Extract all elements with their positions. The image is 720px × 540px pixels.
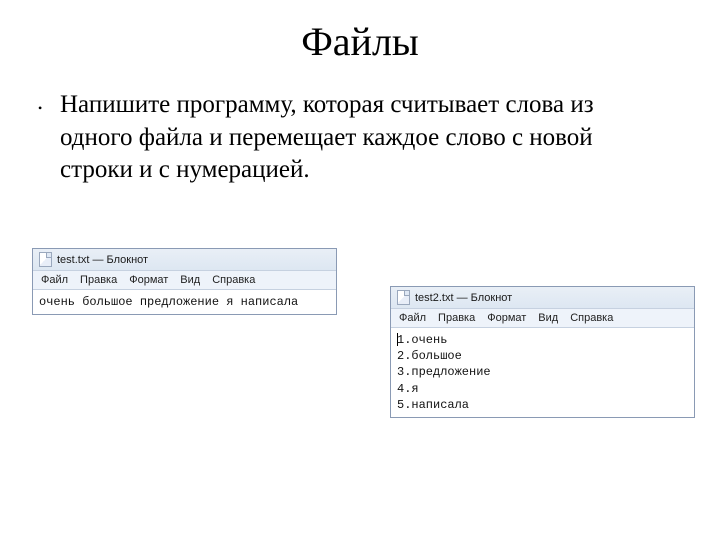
menu-help[interactable]: Справка (212, 274, 255, 286)
menu-file[interactable]: Файл (399, 312, 426, 324)
menu-edit[interactable]: Правка (80, 274, 117, 286)
notepad2-line3: 3.предложение (397, 365, 491, 379)
notepad2-line5: 5.написала (397, 398, 469, 412)
notepad-window-test: test.txt — Блокнот Файл Правка Формат Ви… (32, 248, 337, 315)
notepad2-titlebar: test2.txt — Блокнот (391, 287, 694, 309)
slide-body-container: • Напишите программу, которая считывает … (0, 65, 720, 187)
notepad1-titlebar: test.txt — Блокнот (33, 249, 336, 271)
notepad1-content[interactable]: очень большое предложение я написала (33, 290, 336, 314)
slide-title: Файлы (0, 0, 720, 65)
notepad-window-test2: test2.txt — Блокнот Файл Правка Формат В… (390, 286, 695, 418)
menu-format[interactable]: Формат (487, 312, 526, 324)
menu-view[interactable]: Вид (538, 312, 558, 324)
notepad1-menubar: Файл Правка Формат Вид Справка (33, 271, 336, 290)
menu-help[interactable]: Справка (570, 312, 613, 324)
notepad-file-icon (39, 252, 52, 267)
notepad2-line1: 1.очень (397, 333, 447, 347)
notepad-file-icon (397, 290, 410, 305)
menu-format[interactable]: Формат (129, 274, 168, 286)
bullet-icon: • (38, 101, 42, 117)
notepad2-line2: 2.большое (397, 349, 462, 363)
menu-edit[interactable]: Правка (438, 312, 475, 324)
menu-file[interactable]: Файл (41, 274, 68, 286)
notepad1-title: test.txt — Блокнот (57, 254, 148, 266)
slide-body-text: Напишите программу, которая считывает сл… (60, 91, 594, 183)
notepad2-title: test2.txt — Блокнот (415, 292, 512, 304)
notepad2-content[interactable]: 1.очень 2.большое 3.предложение 4.я 5.на… (391, 328, 694, 417)
menu-view[interactable]: Вид (180, 274, 200, 286)
notepad2-line4: 4.я (397, 382, 419, 396)
notepad2-menubar: Файл Правка Формат Вид Справка (391, 309, 694, 328)
